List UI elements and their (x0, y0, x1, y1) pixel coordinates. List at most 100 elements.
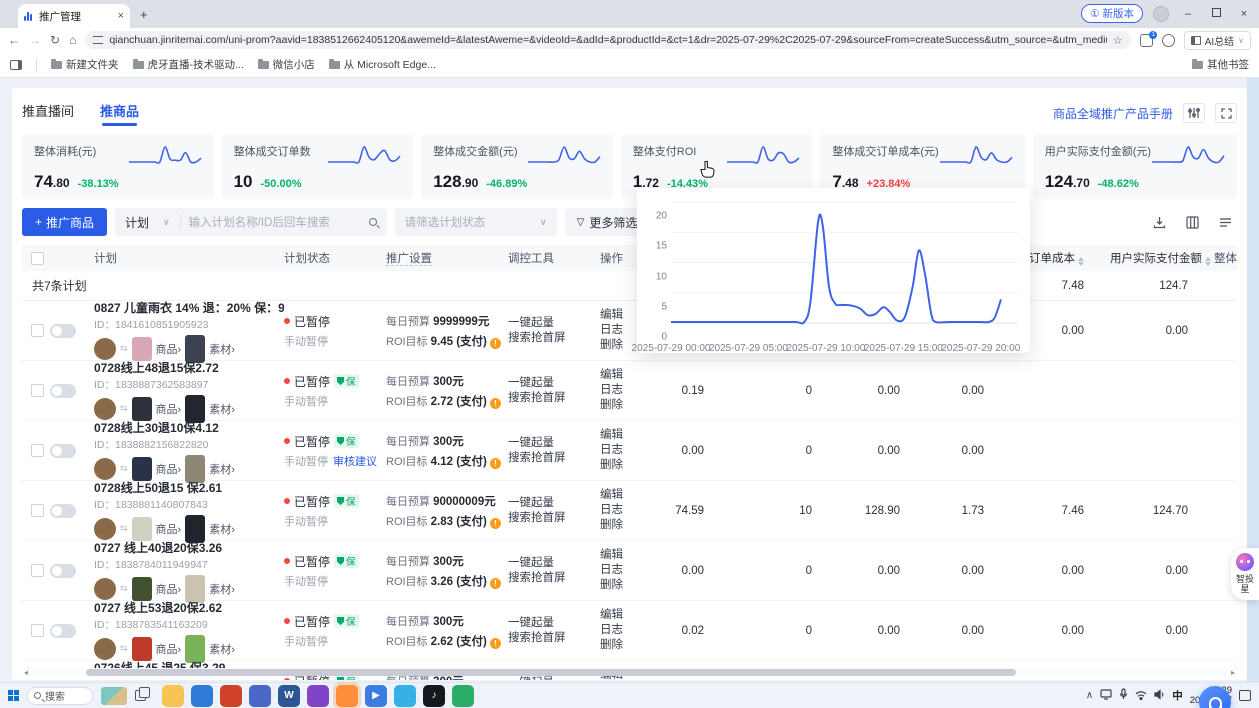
plan-toggle[interactable] (50, 504, 76, 518)
delete-link[interactable]: 删除 (600, 458, 648, 473)
one-key-boost-link[interactable]: 一键起量 (508, 436, 600, 451)
ime-indicator[interactable]: 中 (1172, 688, 1183, 703)
site-settings-icon[interactable] (93, 36, 103, 44)
plan-toggle[interactable] (50, 444, 76, 458)
edit-link[interactable]: 编辑 (600, 548, 648, 563)
back-icon[interactable]: ← (8, 33, 20, 47)
volume-icon[interactable] (1154, 687, 1165, 705)
tab-live-room[interactable]: 推直播间 (22, 101, 74, 126)
taskbar-app-icon[interactable] (191, 685, 213, 707)
taskbar-app-icon[interactable]: ▶ (365, 685, 387, 707)
stat-card[interactable]: 用户实际支付金额(元) 124 .70 -48.62% (1033, 134, 1237, 199)
bookmark-item[interactable]: 微信小店 (258, 57, 315, 72)
reading-list-icon[interactable] (10, 60, 22, 70)
daily-budget[interactable]: 每日预算 300元 (386, 433, 508, 449)
columns-icon[interactable] (1180, 210, 1204, 234)
search-top-screen-link[interactable]: 搜索抢首屏 (508, 451, 600, 466)
plan-title[interactable]: 0727 线上53退20保2.62 (94, 599, 284, 616)
edit-link[interactable]: 编辑 (600, 428, 648, 443)
window-minimize-button[interactable]: – (1179, 8, 1197, 20)
search-top-screen-link[interactable]: 搜索抢首屏 (508, 511, 600, 526)
row-checkbox[interactable] (31, 384, 44, 397)
new-tab-button[interactable]: + (140, 7, 148, 22)
daily-budget[interactable]: 每日预算 300元 (386, 373, 508, 389)
plan-toggle[interactable] (50, 564, 76, 578)
plan-title[interactable]: 0728线上30退10保4.12 (94, 419, 284, 436)
reload-icon[interactable]: ↻ (50, 33, 60, 47)
col-status[interactable]: 计划状态 (284, 250, 386, 266)
bookmark-item[interactable]: 虎牙直播-技术驱动... (133, 57, 244, 72)
daily-budget[interactable]: 每日预算 9999999元 (386, 313, 508, 329)
plan-title[interactable]: 0728线上48退15保2.72 (94, 359, 284, 376)
row-checkbox[interactable] (31, 564, 44, 577)
tray-expand-icon[interactable]: ∧ (1086, 690, 1093, 701)
log-link[interactable]: 日志 (600, 443, 648, 458)
plan-toggle[interactable] (50, 624, 76, 638)
product-link[interactable]: 商品› (156, 341, 182, 357)
log-link[interactable]: 日志 (600, 503, 648, 518)
edit-link[interactable]: 编辑 (600, 608, 648, 623)
one-key-boost-link[interactable]: 一键起量 (508, 556, 600, 571)
product-link[interactable]: 商品› (156, 401, 182, 417)
window-close-button[interactable]: × (1235, 8, 1253, 20)
daily-budget[interactable]: 每日预算 300元 (386, 613, 508, 629)
log-link[interactable]: 日志 (600, 383, 648, 398)
product-thumbnail[interactable] (132, 577, 152, 601)
row-checkbox[interactable] (31, 504, 44, 517)
network-icon[interactable] (1135, 687, 1147, 705)
forward-icon[interactable]: → (29, 33, 41, 47)
search-top-screen-link[interactable]: 搜索抢首屏 (508, 331, 600, 346)
product-link[interactable]: 商品› (156, 641, 182, 657)
stat-card[interactable]: 整体消耗(元) 74 .80 -38.13% (22, 134, 214, 199)
search-top-screen-link[interactable]: 搜索抢首屏 (508, 571, 600, 586)
row-checkbox[interactable] (31, 444, 44, 457)
browser-tab[interactable]: 推广管理 × (18, 4, 130, 28)
plan-title[interactable]: 0727 线上40退20保3.26 (94, 539, 284, 556)
other-bookmarks[interactable]: 其他书签 (1192, 57, 1249, 72)
bookmark-item[interactable]: 新建文件夹 (51, 57, 119, 72)
one-key-boost-link[interactable]: 一键起量 (508, 616, 600, 631)
plan-status-select[interactable]: 请筛选计划状态 ∨ (395, 208, 557, 236)
roi-target[interactable]: ROI目标 2.72 (支付) ! (386, 393, 508, 409)
product-link[interactable]: 商品› (156, 521, 182, 537)
ai-summary-button[interactable]: AI总结 ∨ (1184, 31, 1251, 50)
review-suggestion-link[interactable]: 审核建议 (333, 453, 377, 469)
microphone-icon[interactable] (1119, 687, 1128, 705)
material-link[interactable]: 素材› (209, 401, 235, 417)
plan-toggle[interactable] (50, 324, 76, 338)
roi-target[interactable]: ROI目标 9.45 (支付) ! (386, 333, 508, 349)
url-input[interactable]: qianchuan.jinritemai.com/uni-prom?aavid=… (85, 31, 1130, 49)
product-manual-link[interactable]: 商品全域推广产品手册 (1053, 105, 1173, 122)
plan-toggle[interactable] (50, 384, 76, 398)
fullscreen-icon[interactable] (1215, 103, 1237, 123)
product-thumbnail[interactable] (132, 457, 152, 481)
delete-link[interactable]: 删除 (600, 518, 648, 533)
product-link[interactable]: 商品› (156, 461, 182, 477)
roi-target[interactable]: ROI目标 4.12 (支付) ! (386, 453, 508, 469)
custom-columns-icon[interactable] (1213, 210, 1237, 234)
new-version-button[interactable]: ①新版本 (1081, 4, 1143, 23)
taskbar-app-icon[interactable] (162, 685, 184, 707)
col-user-pay[interactable]: 用户实际支付金额 (1110, 250, 1214, 266)
product-thumbnail[interactable] (132, 637, 152, 661)
bookmark-star-icon[interactable]: ☆ (1113, 34, 1123, 47)
stat-card[interactable]: 整体成交金额(元) 128 .90 -46.89% (421, 134, 613, 199)
one-key-boost-link[interactable]: 一键起量 (508, 676, 600, 681)
edit-link[interactable]: 编辑 (600, 488, 648, 503)
tab-products[interactable]: 推商品 (100, 101, 139, 126)
material-link[interactable]: 素材› (209, 521, 235, 537)
material-link[interactable]: 素材› (209, 341, 235, 357)
product-link[interactable]: 商品› (156, 581, 182, 597)
col-settings[interactable]: 推广设置 (386, 250, 508, 266)
browser-avatar[interactable] (1153, 6, 1169, 22)
log-link[interactable]: 日志 (600, 563, 648, 578)
col-plan[interactable]: 计划 (94, 250, 284, 266)
plan-title[interactable]: 0728线上50退15 保2.61 (94, 479, 284, 496)
col-overall[interactable]: 整体 (1214, 250, 1247, 266)
taskbar-app-icon[interactable] (307, 685, 329, 707)
scroll-left-icon[interactable]: ◂ (24, 668, 28, 677)
edit-link[interactable]: 编辑 (600, 368, 648, 383)
start-button[interactable] (8, 690, 19, 701)
search-top-screen-link[interactable]: 搜索抢首屏 (508, 391, 600, 406)
extension-icon[interactable]: 1 (1140, 34, 1153, 47)
